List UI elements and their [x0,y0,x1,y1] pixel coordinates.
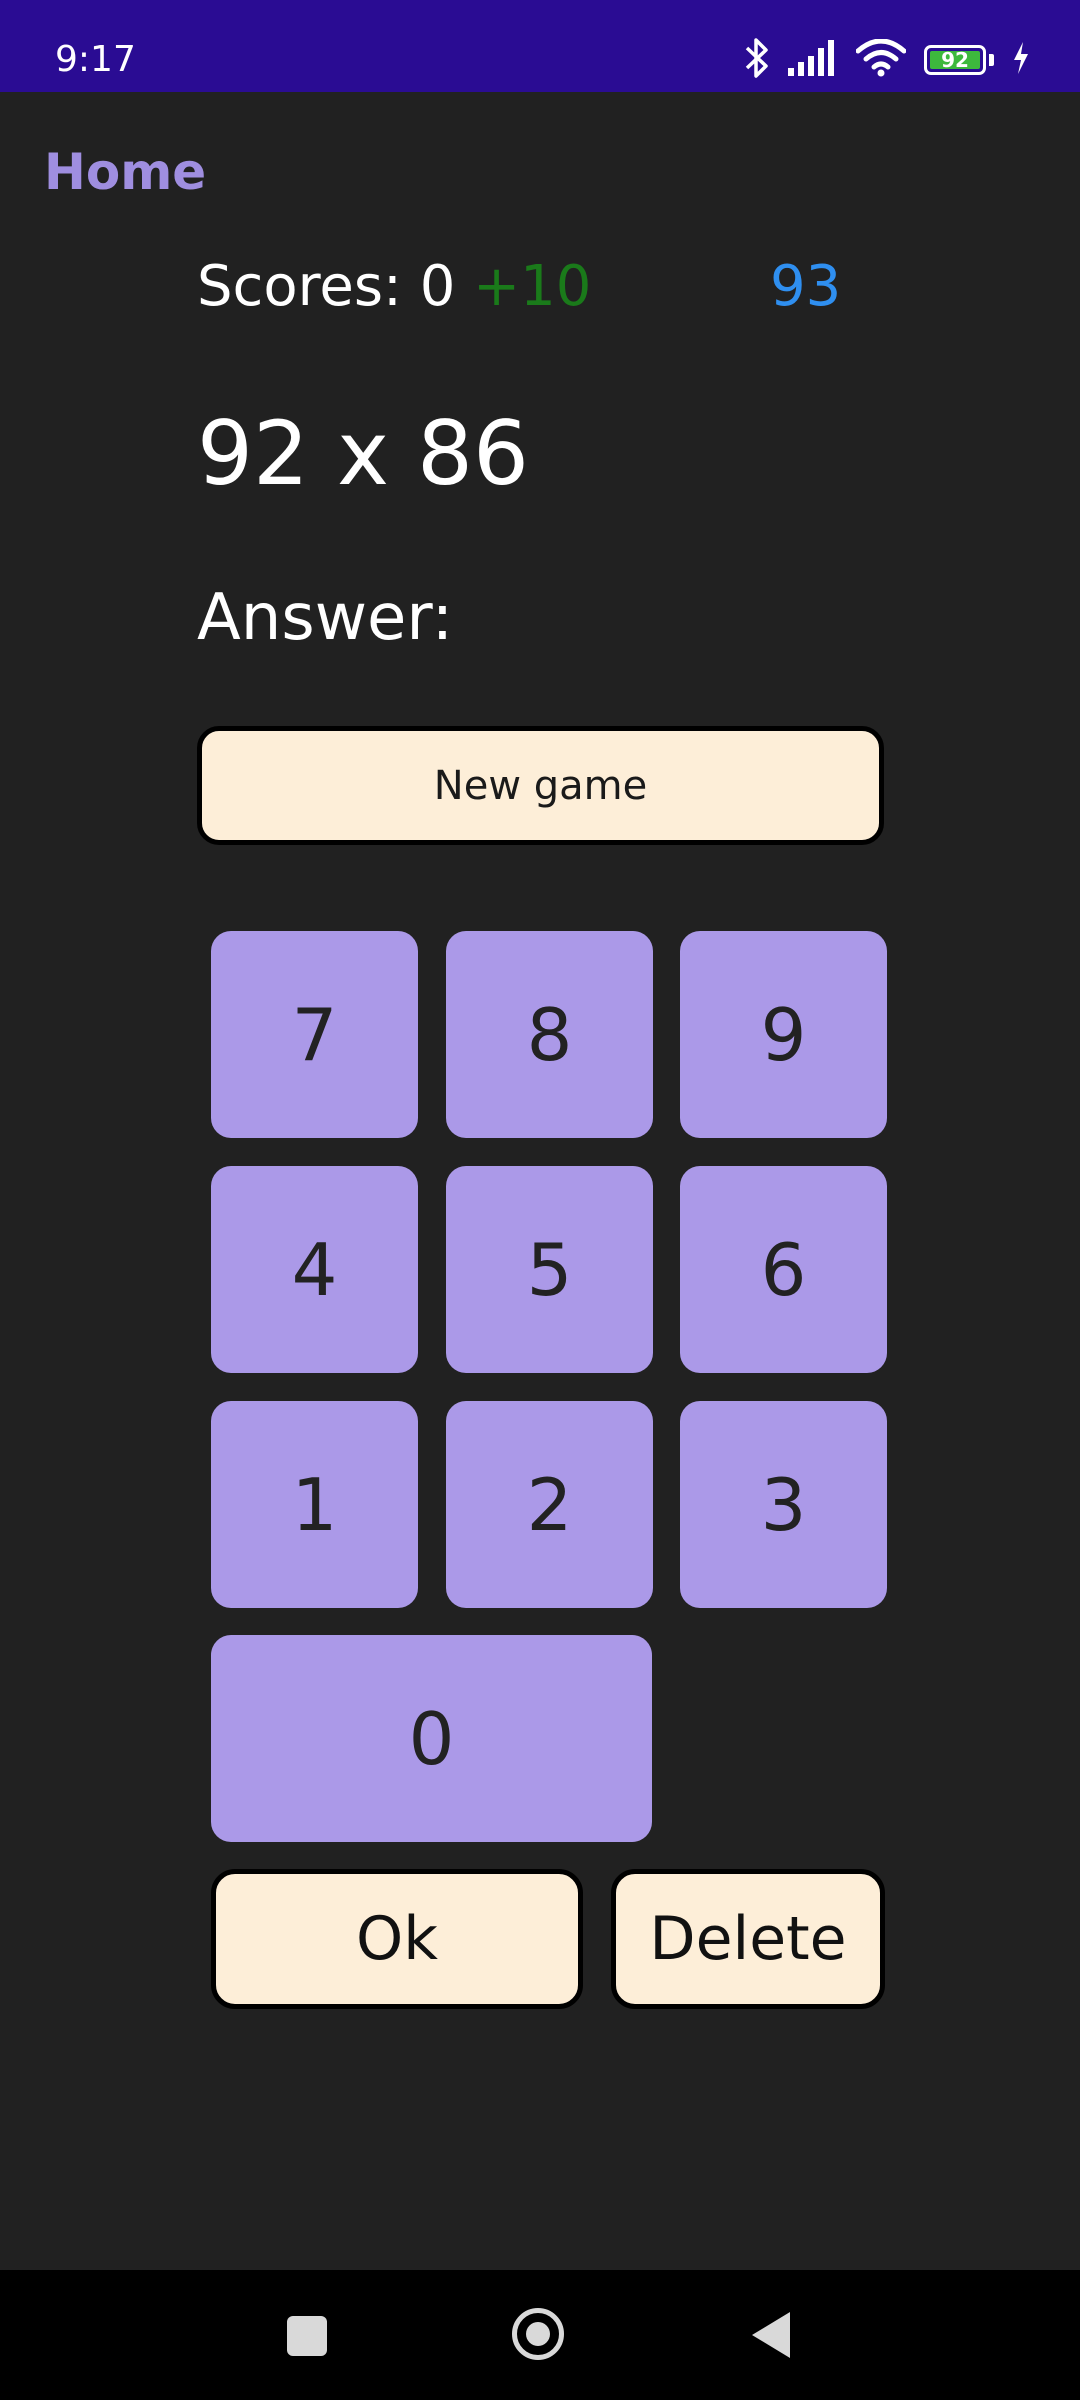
key-7-button[interactable]: 7 [211,931,418,1138]
key-6-button[interactable]: 6 [680,1166,887,1373]
timer-display: 93 [770,254,842,319]
signal-icon [788,40,838,80]
key-4-button[interactable]: 4 [211,1166,418,1373]
answer-label: Answer: [197,581,454,655]
key-5-button[interactable]: 5 [446,1166,653,1373]
key-2-button[interactable]: 2 [446,1401,653,1608]
key-1-button[interactable]: 1 [211,1401,418,1608]
ok-button[interactable]: Ok [211,1869,583,2009]
battery-cap [989,54,994,66]
key-0-button[interactable]: 0 [211,1635,652,1842]
wifi-icon [855,38,907,81]
status-bar: 9:17 92 [0,0,1080,92]
battery-level: 92 [941,48,969,72]
battery-icon: 92 [924,45,986,75]
page-title[interactable]: Home [44,140,206,204]
bluetooth-icon [744,36,770,84]
new-game-button[interactable]: New game [197,726,884,845]
app-screen: 9:17 92 Home Scores: 0 +10 93 92 x 86 An… [0,0,1080,2400]
scores-bonus: +10 [473,254,592,319]
charging-icon [1012,42,1030,78]
delete-button[interactable]: Delete [611,1869,885,2009]
key-8-button[interactable]: 8 [446,931,653,1138]
status-icons: 92 [744,36,1030,84]
scores-display: Scores: 0 +10 [197,252,591,322]
scores-label: Scores: 0 [197,254,456,319]
recents-icon[interactable] [287,2316,327,2356]
home-nav-icon[interactable] [512,2308,564,2360]
key-9-button[interactable]: 9 [680,931,887,1138]
status-time: 9:17 [55,39,136,80]
key-3-button[interactable]: 3 [680,1401,887,1608]
back-icon[interactable] [752,2312,790,2358]
navigation-bar [0,2270,1080,2400]
question-text: 92 x 86 [197,402,529,505]
